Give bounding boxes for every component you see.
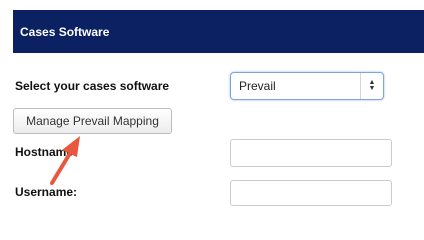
- red-arrow-icon: [50, 136, 80, 185]
